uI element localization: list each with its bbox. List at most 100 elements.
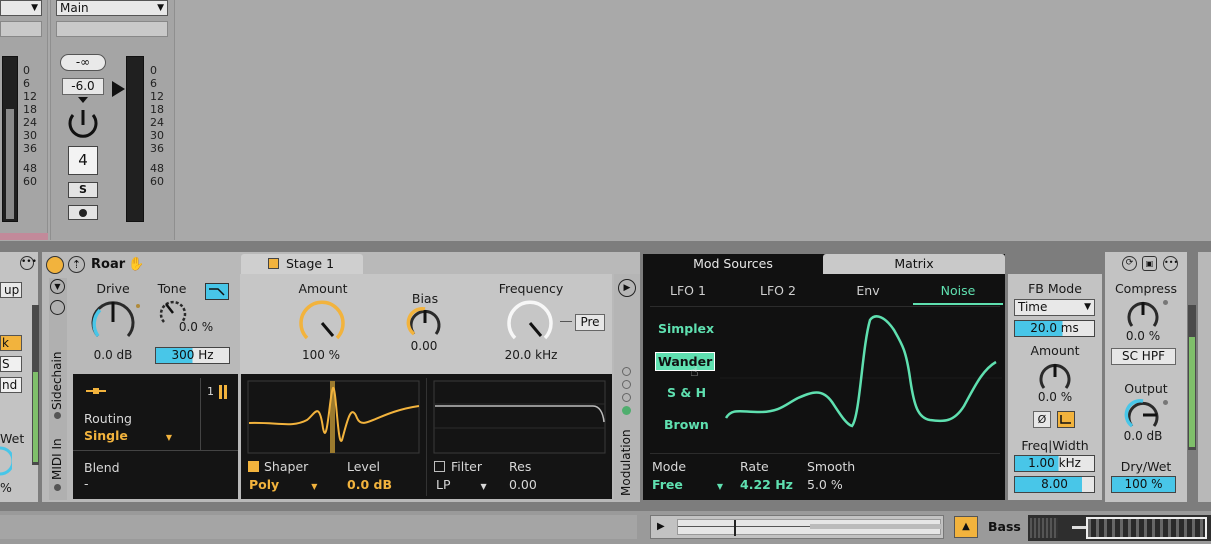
pan-infinite-button[interactable]: -∞ <box>60 54 106 71</box>
tab-mod-sources[interactable]: Mod Sources <box>643 254 823 274</box>
prev-device-button-3[interactable]: nd <box>0 377 22 393</box>
res-value[interactable]: 0.00 <box>509 477 537 492</box>
smooth-value[interactable]: 5.0 % <box>807 477 843 492</box>
bias-value: 0.00 <box>410 339 438 353</box>
fader-arrow-icon[interactable] <box>112 81 125 97</box>
expand-track-icon[interactable]: ▲ <box>954 516 978 538</box>
headphone-icon[interactable] <box>50 300 65 315</box>
overview-clip <box>677 519 942 536</box>
prev-device-button-2[interactable]: S <box>0 356 22 372</box>
solo-button[interactable]: S <box>68 182 98 198</box>
filter-shape-button[interactable] <box>205 283 229 300</box>
prev-device-knob[interactable] <box>0 446 12 476</box>
stage-label: Stage 1 <box>286 256 335 271</box>
freq-field[interactable]: 1.00 kHz <box>1014 455 1095 472</box>
freq-width-label: Freq|Width <box>1021 438 1089 453</box>
fb-mode-label: FB Mode <box>1028 281 1082 296</box>
save-preset-icon[interactable]: ▣ <box>1142 256 1157 271</box>
routing-divider <box>200 378 201 450</box>
more-icon[interactable]: ••• <box>20 256 37 270</box>
record-arm-icon <box>79 209 87 217</box>
frequency-value: 20.0 kHz <box>504 348 558 362</box>
overview-scroller[interactable]: ▶ <box>650 515 944 539</box>
compress-knob[interactable] <box>1124 296 1162 332</box>
subtab-lfo1[interactable]: LFO 1 <box>655 283 721 298</box>
tone-value: 0.0 % <box>178 320 214 334</box>
amount-knob[interactable] <box>295 296 349 348</box>
fb-amount-knob[interactable] <box>1036 358 1074 394</box>
stage-toggle[interactable] <box>268 258 279 269</box>
noise-type-sh[interactable]: S & H <box>667 385 706 400</box>
fb-filter-button[interactable] <box>1057 411 1075 428</box>
tone-label: Tone <box>157 281 187 296</box>
width-field[interactable]: 8.00 <box>1014 476 1095 493</box>
noise-type-brown[interactable]: Brown <box>664 417 709 432</box>
expand-icon[interactable]: ⇡ <box>68 256 85 273</box>
chevron-down-icon: ▼ <box>165 433 173 442</box>
routing-bar-2 <box>224 385 227 399</box>
frequency-knob[interactable] <box>503 296 557 348</box>
tab-matrix[interactable]: Matrix <box>823 254 1005 274</box>
fb-mode-dropdown[interactable]: Time ▼ <box>1014 299 1095 316</box>
volume-field[interactable]: -6.0 <box>62 78 104 95</box>
device-chain-overview[interactable] <box>1028 515 1211 541</box>
drywet-field[interactable]: 100 % <box>1111 476 1176 493</box>
noise-type-simplex[interactable]: Simplex <box>658 321 714 336</box>
pan-knob[interactable] <box>64 106 102 144</box>
output-meter <box>1188 305 1196 450</box>
prev-device-dropdown[interactable]: up <box>0 282 22 298</box>
shaper-display <box>247 380 420 454</box>
slot-main[interactable] <box>56 21 168 37</box>
slot-left[interactable] <box>0 21 42 37</box>
phase-invert-button[interactable]: Ø <box>1033 411 1051 428</box>
prev-device-pct: % <box>0 480 12 495</box>
output-mod-dot <box>1163 400 1168 405</box>
filter-toggle[interactable] <box>434 461 445 472</box>
input-dropdown-left[interactable]: ▼ <box>0 0 42 16</box>
mod-led-1 <box>622 367 631 376</box>
amount-value: 100 % <box>301 348 341 362</box>
mod-led-2 <box>622 380 631 389</box>
tone-frequency-field[interactable]: 300 Hz <box>155 347 230 364</box>
routing-single-icon <box>86 388 106 394</box>
compress-label: Compress <box>1114 281 1178 296</box>
drive-knob[interactable] <box>86 296 140 346</box>
output-dropdown-main[interactable]: Main ▼ <box>56 0 168 16</box>
prev-device-active-button[interactable]: k <box>0 335 22 351</box>
frequency-label: Frequency <box>498 281 564 296</box>
prev-device-wet-label: Wet <box>0 431 25 446</box>
subtab-noise[interactable]: Noise <box>913 283 1003 305</box>
res-label: Res <box>509 459 532 474</box>
noise-type-wander[interactable]: Wander <box>655 352 716 371</box>
fb-time-field[interactable]: 20.0 ms <box>1014 320 1095 337</box>
mode-dropdown[interactable]: Free ▼ <box>652 477 723 492</box>
play-icon[interactable]: ▶ <box>657 521 665 532</box>
modulation-play-icon[interactable]: ▶ <box>618 279 636 297</box>
sidechain-toggle-icon[interactable]: ▼ <box>50 279 65 294</box>
bias-knob[interactable] <box>406 304 444 340</box>
filter-dropdown[interactable]: LP ▼ <box>436 477 487 492</box>
output-label: Output <box>1124 381 1168 396</box>
pre-button[interactable]: Pre <box>575 314 605 331</box>
output-knob[interactable] <box>1124 396 1162 432</box>
routing-number: 1 <box>207 385 214 398</box>
subtab-env[interactable]: Env <box>835 283 901 298</box>
sc-hpf-button[interactable]: SC HPF <box>1111 348 1176 365</box>
hot-swap-icon[interactable]: ⟳ <box>1122 256 1137 271</box>
rate-value[interactable]: 4.22 Hz <box>740 477 793 492</box>
track-number-button[interactable]: 4 <box>68 146 98 175</box>
subtab-lfo2[interactable]: LFO 2 <box>745 283 811 298</box>
monitor-button[interactable] <box>68 205 98 220</box>
filter-display <box>433 380 606 454</box>
smooth-label: Smooth <box>807 459 856 474</box>
device-on-toggle[interactable] <box>46 256 64 274</box>
more-options-icon[interactable]: ••• <box>1163 256 1178 271</box>
shaper-dropdown[interactable]: Poly ▼ <box>249 477 317 492</box>
shaper-toggle[interactable] <box>248 461 259 472</box>
device-title: Roar <box>91 257 126 272</box>
meter-scale-main: 0 6 12 18 24 30 36 48 60 <box>150 64 164 188</box>
amount-label: Amount <box>298 281 348 296</box>
level-value[interactable]: 0.0 dB <box>347 477 392 492</box>
routing-dropdown[interactable]: Single ▼ <box>84 428 172 443</box>
stage-tab[interactable]: Stage 1 <box>241 254 363 274</box>
